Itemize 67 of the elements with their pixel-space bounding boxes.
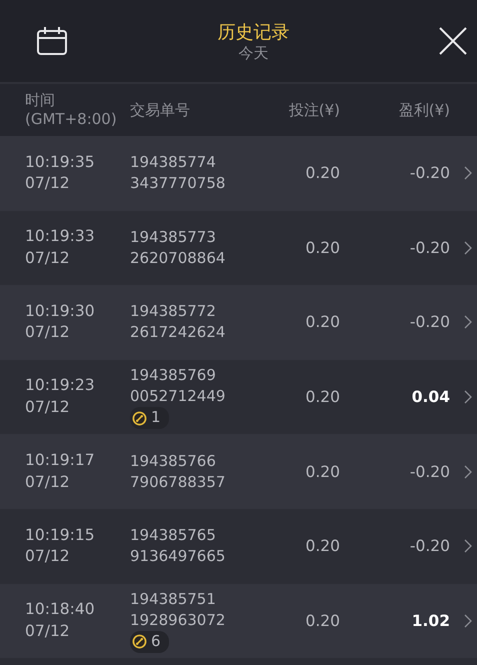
order-number: 7906788357	[130, 472, 226, 493]
order-number: 194385751	[130, 589, 217, 610]
date-text: 07/12	[25, 173, 71, 194]
profit-amount: -0.20	[410, 164, 450, 182]
date-text: 07/12	[25, 248, 71, 269]
bet-amount: 0.20	[305, 537, 340, 556]
column-header: 盈利(¥)	[398, 100, 450, 120]
chevron-right-icon	[464, 166, 472, 180]
profit-amount: -0.20	[410, 537, 450, 556]
date-text: 07/12	[25, 472, 71, 493]
order-number: 194385765	[130, 525, 217, 546]
coin-icon	[132, 634, 147, 650]
history-row[interactable]: 10:19:35 07/12 194385774 3437770758 0.20 -0.20	[0, 136, 477, 211]
profit-amount: -0.20	[410, 313, 450, 332]
column-header: 交易单号	[130, 100, 191, 120]
chevron-right-icon	[464, 390, 472, 404]
calendar-icon	[36, 26, 68, 56]
bet-amount: 0.20	[305, 612, 340, 630]
coin-icon	[132, 410, 147, 426]
order-number: 2620708864	[130, 248, 226, 269]
page-title: 历史记录	[218, 20, 290, 44]
date-text: 07/12	[25, 546, 71, 568]
bet-amount: 0.20	[305, 238, 340, 257]
profit-amount: -0.20	[410, 462, 450, 481]
history-row[interactable]: 10:19:17 07/12 194385766 7906788357 0.20 -0.20	[0, 434, 477, 509]
date-text: 07/12	[25, 397, 71, 418]
time-text: 10:18:40	[25, 599, 96, 620]
order-number: 194385766	[130, 450, 217, 472]
calendar-button[interactable]	[34, 24, 70, 58]
spin-count: 6	[151, 632, 161, 652]
date-text: 07/12	[25, 322, 71, 344]
bet-amount: 0.20	[305, 462, 340, 481]
close-button[interactable]	[437, 25, 469, 57]
order-number: 194385769	[130, 365, 217, 386]
time-text: 10:19:23	[25, 375, 96, 396]
bet-amount: 0.20	[305, 388, 340, 406]
order-number: 194385772	[130, 301, 217, 322]
date-filter-label: 今天	[238, 44, 268, 62]
chevron-right-icon	[464, 240, 472, 255]
date-text: 07/12	[25, 620, 71, 642]
spin-count: 1	[151, 408, 161, 428]
order-number: 194385774	[130, 152, 217, 174]
profit-amount: 0.04	[412, 388, 450, 406]
history-row[interactable]: 10:19:30 07/12 194385772 2617242624 0.20 -0.20	[0, 285, 477, 360]
bet-amount: 0.20	[305, 313, 340, 332]
order-number: 9136497665	[130, 546, 226, 568]
order-number: 0052712449	[130, 386, 226, 408]
chevron-right-icon	[464, 315, 472, 330]
history-row[interactable]: 10:18:40 07/12 194385751 1928963072 6 0.20 1.02	[0, 584, 477, 658]
time-text: 10:19:33	[25, 226, 96, 248]
order-number: 194385773	[130, 226, 217, 248]
chevron-right-icon	[464, 614, 472, 628]
order-number: 1928963072	[130, 610, 226, 632]
column-header: 投注(¥)	[288, 100, 340, 120]
profit-amount: -0.20	[410, 238, 450, 257]
time-text: 10:19:30	[25, 300, 96, 322]
profit-amount: 1.02	[412, 612, 450, 630]
order-number: 3437770758	[130, 173, 226, 194]
bet-amount: 0.20	[305, 164, 340, 182]
order-number: 2617242624	[130, 322, 226, 344]
time-text: 10:19:35	[25, 152, 96, 173]
chevron-right-icon	[464, 464, 472, 479]
column-header: 时间 (GMT+8:00)	[24, 91, 118, 129]
chevron-right-icon	[464, 539, 472, 554]
time-text: 10:19:17	[25, 450, 96, 471]
close-icon	[439, 27, 467, 55]
time-text: 10:19:15	[25, 524, 96, 546]
